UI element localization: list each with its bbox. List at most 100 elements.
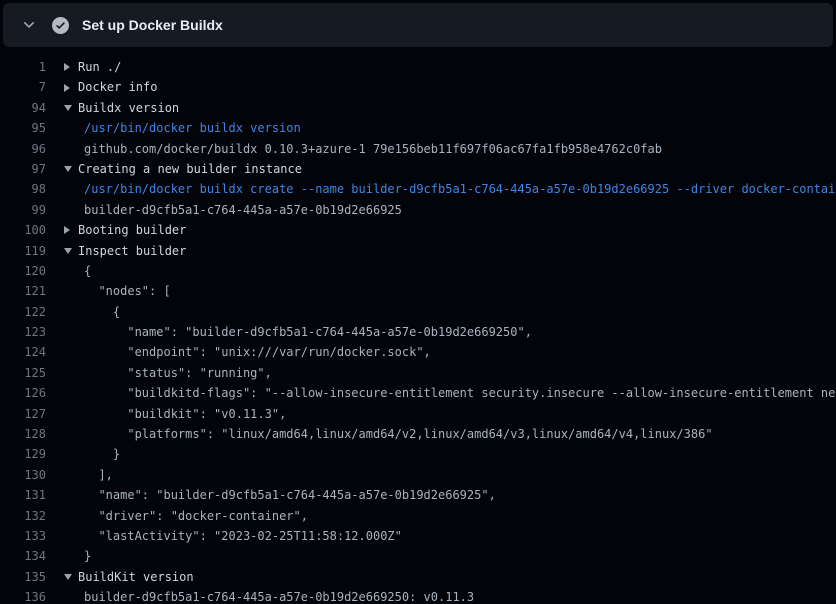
line-number[interactable]: 119 — [0, 241, 46, 261]
log-line-row: 128 "platforms": "linux/amd64,linux/amd6… — [0, 424, 836, 444]
log-line-row: 136 builder-d9cfb5a1-c764-445a-a57e-0b19d… — [0, 587, 836, 604]
line-number[interactable]: 123 — [0, 322, 46, 342]
line-number[interactable]: 129 — [0, 444, 46, 464]
triangle-right-icon[interactable] — [64, 226, 70, 234]
log-group-title: Buildx version — [78, 98, 179, 118]
log-group-row[interactable]: 1 Run ./ — [0, 57, 836, 77]
line-number[interactable]: 7 — [0, 77, 46, 97]
log-line-row: 98/usr/bin/docker buildx create --name b… — [0, 179, 836, 199]
triangle-down-icon[interactable] — [64, 105, 72, 111]
log-group-title: Inspect builder — [78, 241, 186, 261]
actions-log-viewer: Set up Docker Buildx 1 Run ./ 7 Docker info… — [0, 3, 836, 604]
line-number[interactable]: 97 — [0, 159, 46, 179]
log-group-title: Run ./ — [78, 57, 121, 77]
line-number[interactable]: 94 — [0, 98, 46, 118]
line-number[interactable]: 132 — [0, 506, 46, 526]
log-line-row: 122 { — [0, 302, 836, 322]
log-output-text: "nodes": [ — [84, 281, 171, 301]
line-number[interactable]: 98 — [0, 179, 46, 199]
line-number[interactable]: 96 — [0, 139, 46, 159]
log-line-row: 125 "status": "running", — [0, 363, 836, 383]
log-line-row: 131 "name": "builder-d9cfb5a1-c764-445a-… — [0, 485, 836, 505]
log-line-row: 120 { — [0, 261, 836, 281]
triangle-right-icon[interactable] — [64, 84, 70, 92]
log-group-row[interactable]: 100 Booting builder — [0, 220, 836, 240]
log-group-title: Docker info — [78, 77, 157, 97]
log-group-row[interactable]: 94 Buildx version — [0, 98, 836, 118]
log-output-text: "buildkitd-flags": "--allow-insecure-ent… — [84, 383, 836, 403]
log-output-text: "driver": "docker-container", — [84, 506, 308, 526]
line-number[interactable]: 100 — [0, 220, 46, 240]
log-lines: 1Run ./7Docker info94Buildx version95/us… — [0, 47, 836, 604]
line-number[interactable]: 131 — [0, 485, 46, 505]
log-output-text: { — [84, 261, 91, 281]
step-header[interactable]: Set up Docker Buildx — [3, 3, 833, 47]
log-command-text: /usr/bin/docker buildx create --name bui… — [84, 179, 836, 199]
line-number[interactable]: 136 — [0, 587, 46, 604]
log-group-row[interactable]: 135 BuildKit version — [0, 567, 836, 587]
line-number[interactable]: 1 — [0, 57, 46, 77]
check-circle-icon — [52, 17, 69, 34]
line-number[interactable]: 126 — [0, 383, 46, 403]
log-line-row: 129 } — [0, 444, 836, 464]
log-line-row: 132 "driver": "docker-container", — [0, 506, 836, 526]
line-number[interactable]: 125 — [0, 363, 46, 383]
line-number[interactable]: 122 — [0, 302, 46, 322]
log-line-row: 96 github.com/docker/buildx 0.10.3+azure-… — [0, 139, 836, 159]
triangle-right-icon[interactable] — [64, 63, 70, 71]
line-number[interactable]: 128 — [0, 424, 46, 444]
triangle-down-icon[interactable] — [64, 166, 72, 172]
log-output-text: "buildkit": "v0.11.3", — [84, 404, 286, 424]
log-line-row: 130 ], — [0, 465, 836, 485]
line-number[interactable]: 95 — [0, 118, 46, 138]
log-group-title: BuildKit version — [78, 567, 194, 587]
log-line-row: 126 "buildkitd-flags": "--allow-insecure… — [0, 383, 836, 403]
log-output-text: builder-d9cfb5a1-c764-445a-a57e-0b19d2e6… — [84, 587, 474, 604]
group-toggle-slot — [46, 63, 78, 71]
log-output-text: github.com/docker/buildx 0.10.3+azure-1 … — [84, 139, 662, 159]
log-line-row: 133 "lastActivity": "2023-02-25T11:58:12… — [0, 526, 836, 546]
log-group-title: Creating a new builder instance — [78, 159, 302, 179]
log-line-row: 123 "name": "builder-d9cfb5a1-c764-445a-… — [0, 322, 836, 342]
log-line-row: 121 "nodes": [ — [0, 281, 836, 301]
line-number[interactable]: 134 — [0, 546, 46, 566]
log-group-row[interactable]: 97 Creating a new builder instance — [0, 159, 836, 179]
triangle-down-icon[interactable] — [64, 248, 72, 254]
group-toggle-slot — [46, 84, 78, 92]
log-command-text: /usr/bin/docker buildx version — [84, 118, 301, 138]
log-output-text: { — [84, 302, 120, 322]
group-toggle-slot — [46, 166, 78, 172]
log-group-title: Booting builder — [78, 220, 186, 240]
log-line-row: 127 "buildkit": "v0.11.3", — [0, 404, 836, 424]
log-group-row[interactable]: 119 Inspect builder — [0, 241, 836, 261]
log-line-row: 95/usr/bin/docker buildx version — [0, 118, 836, 138]
log-output-text: "endpoint": "unix:///var/run/docker.sock… — [84, 342, 431, 362]
line-number[interactable]: 121 — [0, 281, 46, 301]
log-output-text: "lastActivity": "2023-02-25T11:58:12.000… — [84, 526, 402, 546]
log-line-row: 99 builder-d9cfb5a1-c764-445a-a57e-0b19d2… — [0, 200, 836, 220]
log-output-text: "status": "running", — [84, 363, 272, 383]
log-output-text: } — [84, 444, 120, 464]
log-group-row[interactable]: 7 Docker info — [0, 77, 836, 97]
log-output-text: builder-d9cfb5a1-c764-445a-a57e-0b19d2e6… — [84, 200, 402, 220]
chevron-down-icon[interactable] — [21, 17, 37, 33]
line-number[interactable]: 124 — [0, 342, 46, 362]
step-title: Set up Docker Buildx — [82, 17, 223, 33]
group-toggle-slot — [46, 226, 78, 234]
group-toggle-slot — [46, 105, 78, 111]
line-number[interactable]: 133 — [0, 526, 46, 546]
line-number[interactable]: 135 — [0, 567, 46, 587]
line-number[interactable]: 130 — [0, 465, 46, 485]
line-number[interactable]: 127 — [0, 404, 46, 424]
line-number[interactable]: 99 — [0, 200, 46, 220]
group-toggle-slot — [46, 574, 78, 580]
log-line-row: 134} — [0, 546, 836, 566]
log-output-text: "platforms": "linux/amd64,linux/amd64/v2… — [84, 424, 713, 444]
log-line-row: 124 "endpoint": "unix:///var/run/docker.… — [0, 342, 836, 362]
triangle-down-icon[interactable] — [64, 574, 72, 580]
log-output-text: "name": "builder-d9cfb5a1-c764-445a-a57e… — [84, 322, 532, 342]
log-output-text: ], — [84, 465, 113, 485]
group-toggle-slot — [46, 248, 78, 254]
line-number[interactable]: 120 — [0, 261, 46, 281]
log-output-text: } — [84, 546, 91, 566]
